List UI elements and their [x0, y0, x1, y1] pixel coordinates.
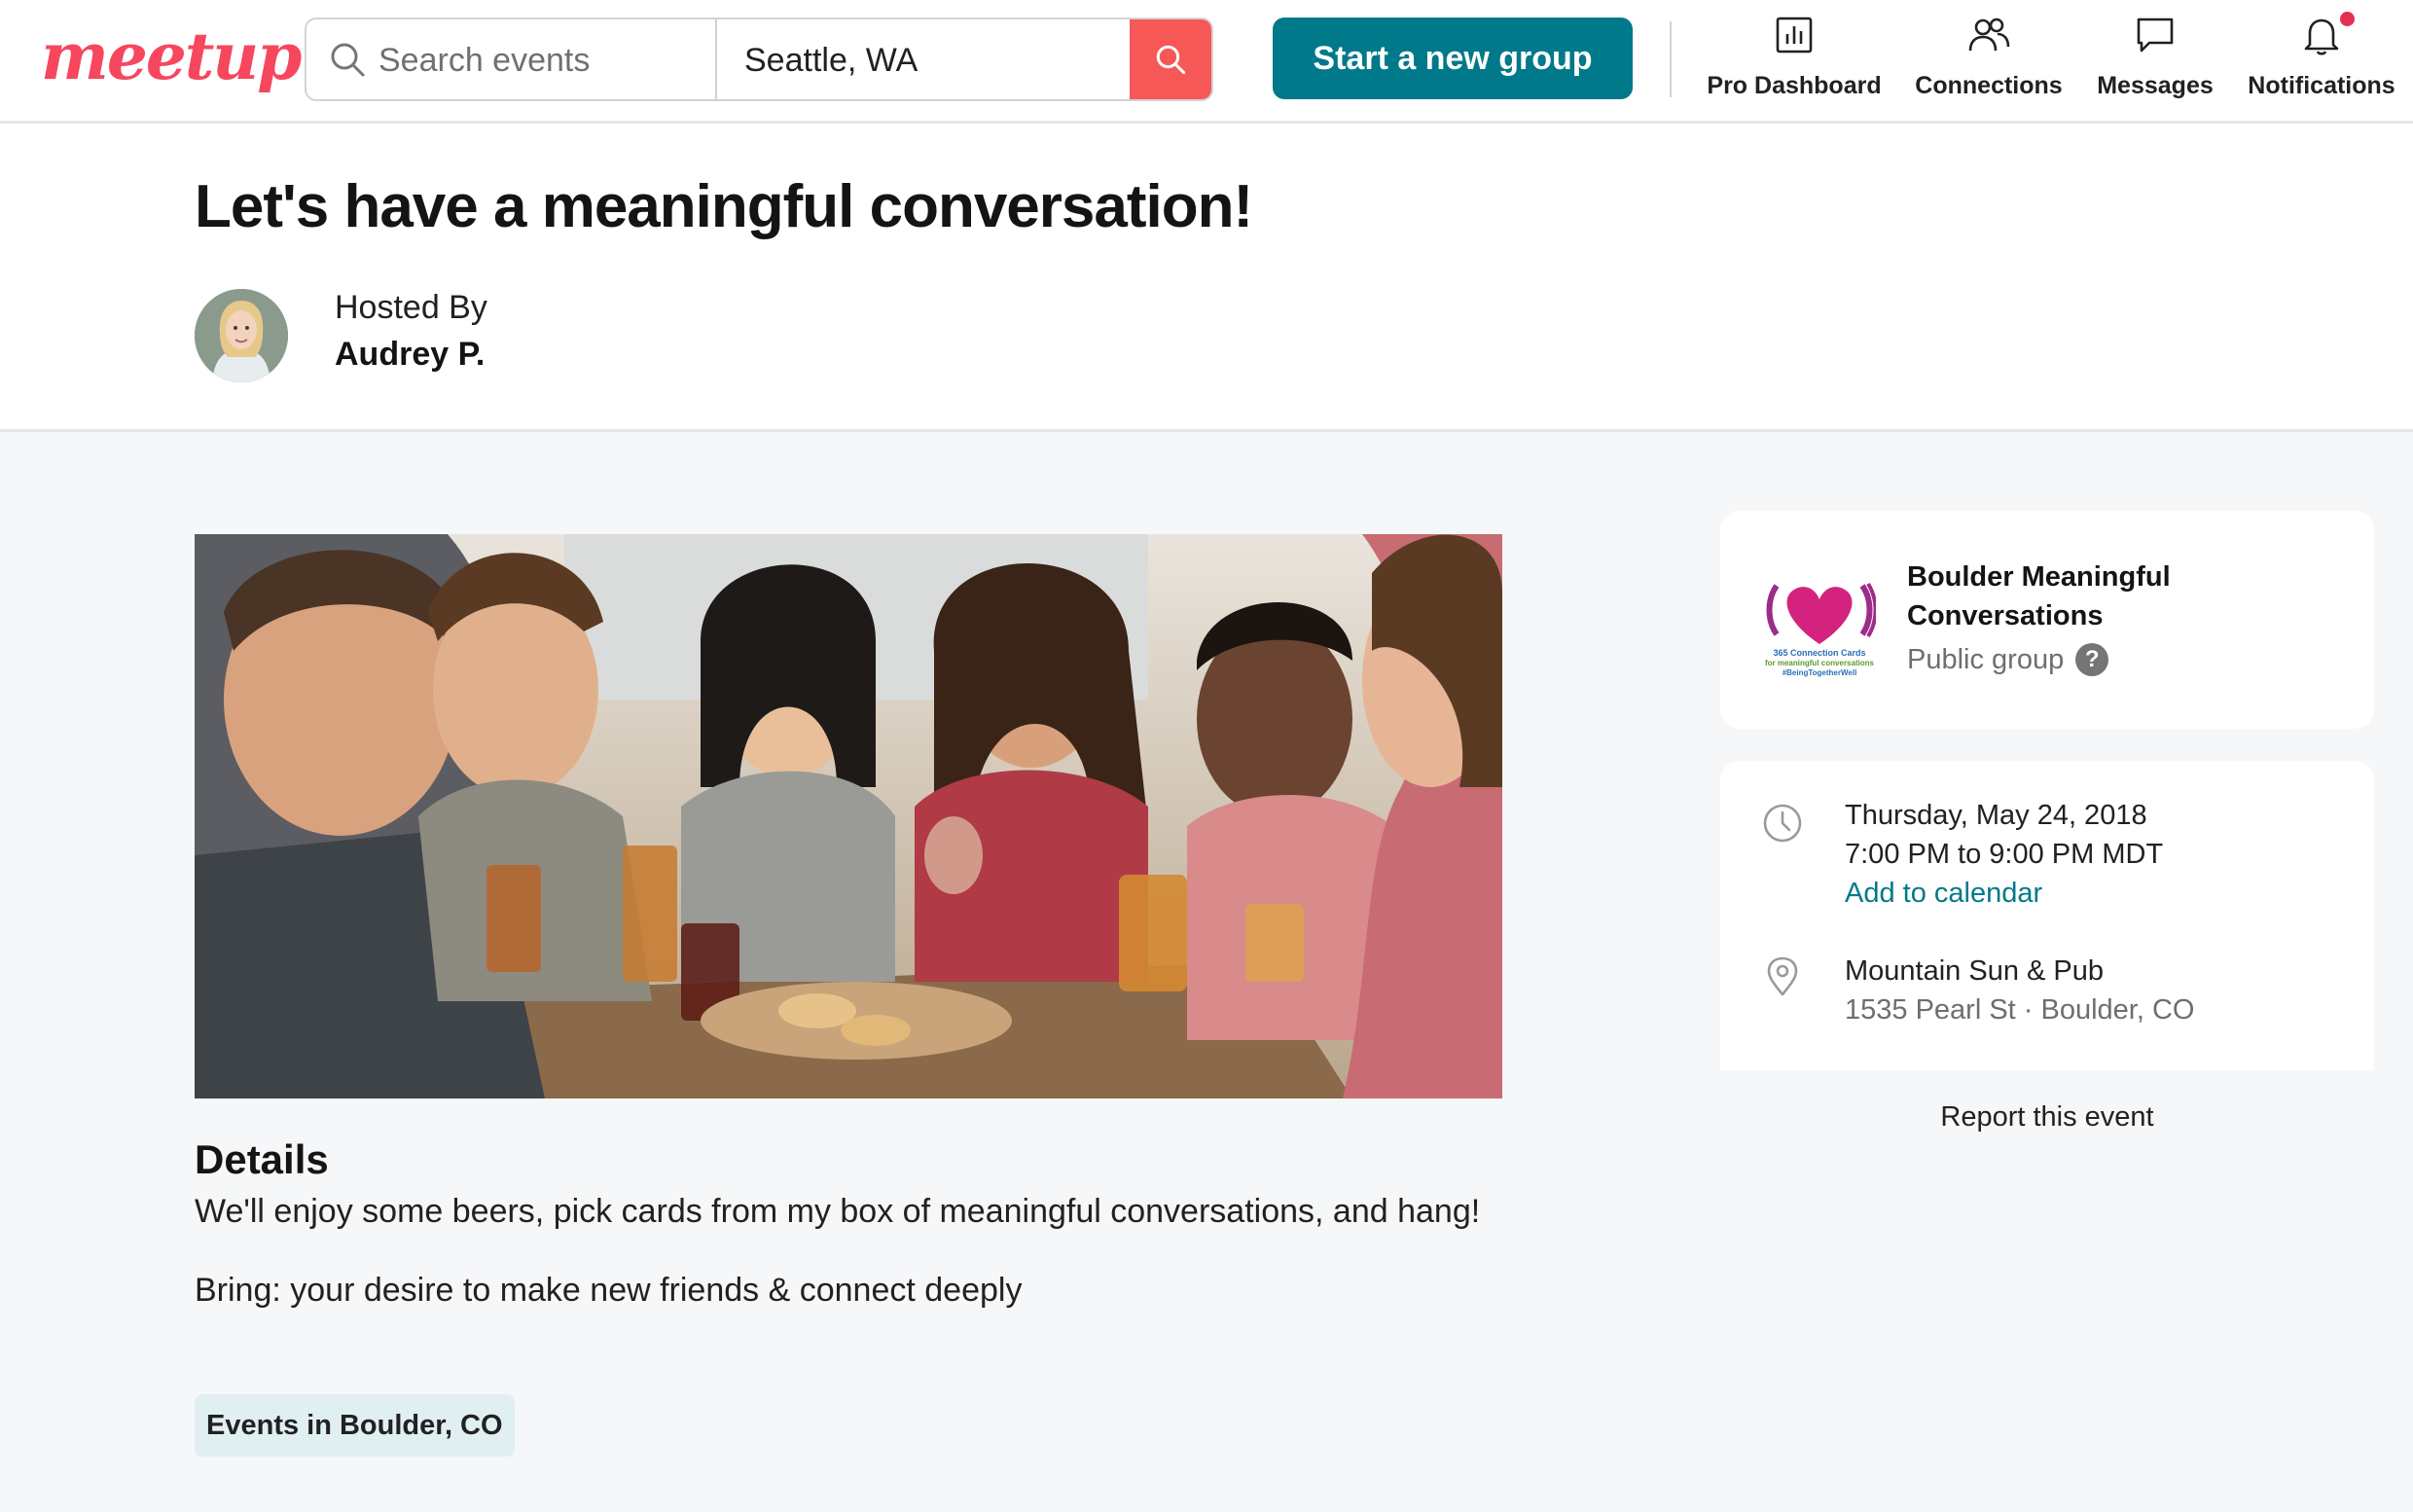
nav-connections-label: Connections — [1915, 72, 2063, 99]
hosted-by-label: Hosted By — [335, 289, 487, 326]
nav-connections[interactable]: Connections — [1913, 8, 2065, 113]
nav-notifications[interactable]: Notifications — [2246, 8, 2397, 113]
group-logo[interactable]: 365 Connection Cards for meaningful conv… — [1763, 564, 1876, 679]
search-icon — [1156, 45, 1186, 75]
start-new-group-button[interactable]: Start a new group — [1273, 18, 1633, 99]
search-events-field[interactable] — [306, 19, 717, 99]
nav-messages-label: Messages — [2097, 72, 2214, 99]
people-icon — [1968, 18, 2010, 52]
venue-address: 1535 Pearl St · Boulder, CO — [1845, 994, 2195, 1026]
search-bar — [305, 18, 1213, 101]
details-paragraph: Bring: your desire to make new friends &… — [195, 1272, 1023, 1309]
event-title: Let's have a meaningful conversation! — [195, 173, 1253, 240]
topic-chip[interactable]: Events in Boulder, CO — [195, 1394, 515, 1457]
bell-icon — [2304, 18, 2339, 55]
friends-at-bar-photo — [195, 534, 1502, 1098]
search-icon — [331, 43, 365, 77]
event-time: 7:00 PM to 9:00 PM MDT — [1845, 839, 2164, 870]
nav-divider — [1670, 21, 1672, 97]
notification-badge — [2340, 12, 2355, 26]
group-type-label: Public group — [1907, 643, 2065, 675]
bar-chart-icon — [1776, 17, 1813, 54]
event-info-card: Thursday, May 24, 2018 7:00 PM to 9:00 P… — [1720, 761, 2374, 1070]
host-name[interactable]: Audrey P. — [335, 336, 485, 374]
group-logo-text: for meaningful conversations — [1765, 659, 1875, 667]
help-icon[interactable]: ? — [2075, 643, 2109, 676]
group-type: Public group ? — [1907, 643, 2109, 676]
event-header: Let's have a meaningful conversation! Ho… — [0, 124, 2413, 432]
clock-icon — [1763, 804, 1802, 843]
nav-pro-dashboard-label: Pro Dashboard — [1707, 72, 1882, 99]
search-events-input[interactable] — [377, 19, 711, 99]
venue-name[interactable]: Mountain Sun & Pub — [1845, 955, 2104, 988]
event-photo — [195, 534, 1502, 1098]
top-nav-bar: meetup Start a new group Pro Dash — [0, 0, 2413, 124]
group-logo-text: #BeingTogetherWell — [1783, 668, 1857, 677]
message-icon — [2137, 18, 2174, 53]
host-photo — [195, 289, 288, 382]
report-event-link[interactable]: Report this event — [1720, 1101, 2374, 1134]
event-date: Thursday, May 24, 2018 — [1845, 800, 2147, 831]
search-button[interactable] — [1130, 19, 1211, 99]
nav-notifications-label: Notifications — [2248, 72, 2395, 99]
location-input[interactable] — [742, 19, 1116, 99]
host-avatar[interactable] — [195, 289, 288, 382]
group-logo-text: 365 Connection Cards — [1773, 648, 1865, 658]
add-to-calendar-link[interactable]: Add to calendar — [1845, 878, 2042, 910]
meetup-logo[interactable]: meetup — [41, 18, 302, 95]
search-location-field[interactable] — [717, 19, 1126, 99]
group-name[interactable]: Boulder Meaningful Conversations — [1907, 558, 2218, 635]
group-card[interactable]: 365 Connection Cards for meaningful conv… — [1720, 511, 2374, 729]
details-paragraph: We'll enjoy some beers, pick cards from … — [195, 1193, 1481, 1230]
location-pin-icon — [1767, 956, 1798, 996]
nav-messages[interactable]: Messages — [2094, 8, 2216, 113]
nav-pro-dashboard[interactable]: Pro Dashboard — [1707, 8, 1882, 113]
details-heading: Details — [195, 1136, 329, 1182]
